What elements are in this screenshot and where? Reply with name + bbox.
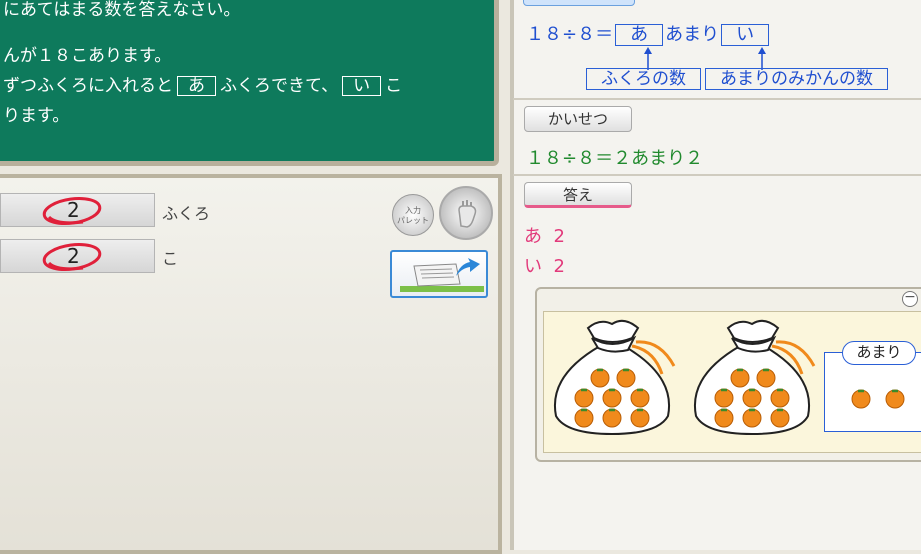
explanation-button[interactable]: かいせつ <box>524 106 632 132</box>
answer-value: 2 <box>553 256 565 277</box>
paper-send-icon <box>400 258 484 292</box>
collapse-icon[interactable]: − <box>902 290 918 307</box>
remainder-oranges <box>851 389 905 409</box>
answer-row-i: い 2 <box>524 252 565 278</box>
answer-row-a: あ 2 <box>524 222 565 248</box>
unit-label-i: こ <box>162 249 179 268</box>
question-text: ずつふくろに入れると <box>3 76 173 96</box>
answer-label: あ <box>524 226 542 247</box>
equation-box-a: あ <box>615 24 664 46</box>
label-bag-count: ふくろの数 <box>586 68 701 90</box>
bag-1 <box>555 321 674 434</box>
question-line-2: んが１８こあります。 <box>3 46 172 66</box>
divider <box>513 98 921 100</box>
question-line-4: ります。 <box>3 106 70 126</box>
answer-label: い <box>524 256 542 277</box>
answer-input-panel <box>0 174 502 554</box>
blank-box-a: あ <box>177 76 216 96</box>
question-text: ふくろできて、 <box>220 76 339 96</box>
input-palette-button[interactable]: 入力 パレット <box>392 194 434 236</box>
handwriting-button[interactable] <box>439 186 493 240</box>
equation-left: １８÷８＝ <box>526 24 614 45</box>
blank-box-i: い <box>342 76 382 96</box>
palette-label-1: 入力 <box>405 206 421 215</box>
question-board: にあてはまる数を答えなさい。 んが１８こあります。 ずつふくろに入れるとあふくろ… <box>0 0 499 166</box>
answer-button[interactable]: 答え <box>524 182 632 208</box>
explanation-text: １８÷８＝２あまり２ <box>526 148 704 169</box>
answer-value-a: 2 <box>67 198 80 222</box>
divider <box>513 174 921 176</box>
answer-value: 2 <box>553 226 565 247</box>
submit-answer-button[interactable] <box>390 250 488 298</box>
equation-labels: ふくろの数 あまりのみかんの数 <box>584 68 890 90</box>
unit-label-a: ふくろ <box>162 204 211 223</box>
question-line-3: ずつふくろに入れるとあふくろできて、いこ <box>3 71 402 96</box>
equation-box-i: い <box>721 24 770 46</box>
label-remainder-count: あまりのみかんの数 <box>705 68 888 90</box>
answer-input-a[interactable]: 2 <box>0 193 155 227</box>
hint-tab[interactable] <box>523 0 635 6</box>
equation-row: １８÷８＝ああまりい <box>526 20 771 46</box>
hand-icon <box>458 200 477 228</box>
answer-input-i[interactable]: 2 <box>0 239 155 273</box>
equation-remainder-word: あまり <box>665 24 720 45</box>
bags-illustration <box>548 316 828 446</box>
palette-label-2: パレット <box>397 216 429 225</box>
question-text: こ <box>385 76 403 96</box>
remainder-label: あまり <box>842 341 916 365</box>
bag-2 <box>695 321 814 434</box>
answer-value-i: 2 <box>67 244 80 268</box>
question-line-1: にあてはまる数を答えなさい。 <box>3 0 241 20</box>
